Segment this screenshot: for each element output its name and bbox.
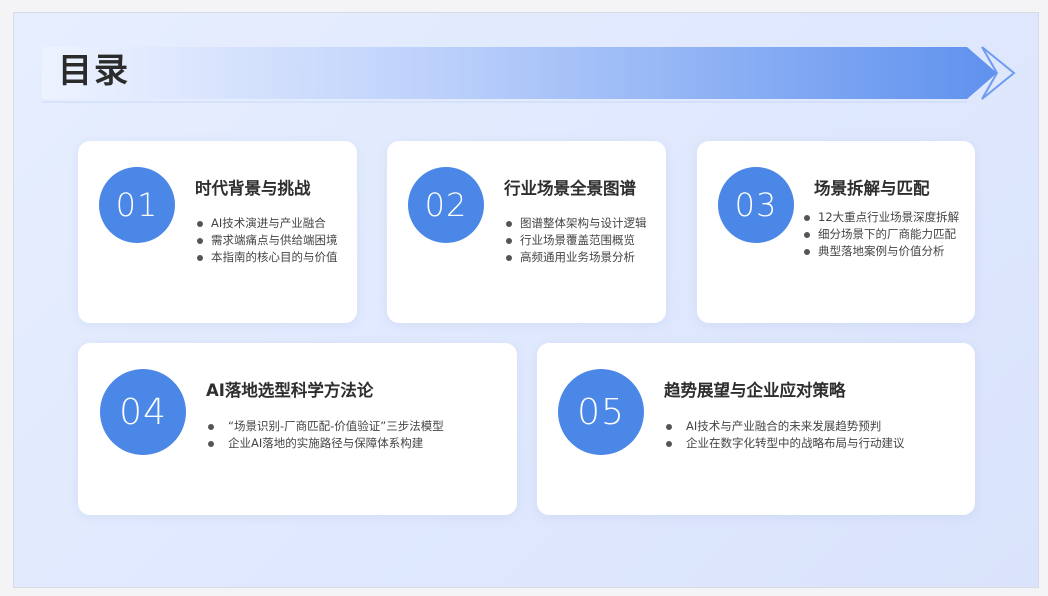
list-item: AI技术演进与产业融合 xyxy=(197,215,338,232)
list-item: 本指南的核心目的与价值 xyxy=(197,249,338,266)
bullet-icon xyxy=(804,248,810,255)
section-card-04: 04 AI落地选型科学方法论 “场景识别-厂商匹配-价值验证”三步法模型 企业A… xyxy=(78,343,517,515)
section-card-03: 03 场景拆解与匹配 12大重点行业场景深度拆解 细分场景下的厂商能力匹配 典型… xyxy=(697,141,975,323)
section-title: AI落地选型科学方法论 xyxy=(206,381,374,400)
list-item: 细分场景下的厂商能力匹配 xyxy=(804,226,959,243)
section-title: 时代背景与挑战 xyxy=(195,179,311,198)
section-title: 趋势展望与企业应对策略 xyxy=(664,381,846,400)
bullet-icon xyxy=(197,237,203,244)
list-item: 12大重点行业场景深度拆解 xyxy=(804,209,959,226)
section-number-badge: 04 xyxy=(100,369,186,455)
list-item: 行业场景覆盖范围概览 xyxy=(506,232,647,249)
list-item: 图谱整体架构与设计逻辑 xyxy=(506,215,647,232)
section-number-badge: 03 xyxy=(718,167,794,243)
arrow-banner-graphic xyxy=(42,46,1016,103)
page-title: 目录 xyxy=(58,51,130,91)
section-title: 场景拆解与匹配 xyxy=(814,179,930,198)
section-number-badge: 02 xyxy=(408,167,484,243)
slide: 目录 01 时代背景与挑战 AI技术演进与产业融合 需求端痛点与供给端困境 本指… xyxy=(13,12,1039,588)
list-item: 典型落地案例与价值分析 xyxy=(804,243,959,260)
section-bullet-list: AI技术与产业融合的未来发展趋势预判 企业在数字化转型中的战略布局与行动建议 xyxy=(666,418,905,452)
section-bullet-list: AI技术演进与产业融合 需求端痛点与供给端困境 本指南的核心目的与价值 xyxy=(197,215,338,266)
section-bullet-list: 12大重点行业场景深度拆解 细分场景下的厂商能力匹配 典型落地案例与价值分析 xyxy=(804,209,959,260)
section-number-badge: 01 xyxy=(99,167,175,243)
bullet-icon xyxy=(804,231,810,238)
bullet-icon xyxy=(804,214,810,221)
list-item: 企业在数字化转型中的战略布局与行动建议 xyxy=(666,435,905,452)
section-number-badge: 05 xyxy=(558,369,644,455)
bullet-icon xyxy=(506,220,512,227)
list-item: 企业AI落地的实施路径与保障体系构建 xyxy=(208,435,444,452)
bullet-icon xyxy=(197,220,203,227)
bullet-icon xyxy=(666,440,672,447)
bullet-icon xyxy=(666,423,672,430)
section-card-05: 05 趋势展望与企业应对策略 AI技术与产业融合的未来发展趋势预判 企业在数字化… xyxy=(537,343,975,515)
bullet-icon xyxy=(506,254,512,261)
bullet-icon xyxy=(208,423,214,430)
section-card-02: 02 行业场景全景图谱 图谱整体架构与设计逻辑 行业场景覆盖范围概览 高频通用业… xyxy=(387,141,666,323)
list-item: AI技术与产业融合的未来发展趋势预判 xyxy=(666,418,905,435)
list-item: 需求端痛点与供给端困境 xyxy=(197,232,338,249)
bullet-icon xyxy=(506,237,512,244)
header-banner xyxy=(42,45,1017,103)
section-bullet-list: 图谱整体架构与设计逻辑 行业场景覆盖范围概览 高频通用业务场景分析 xyxy=(506,215,647,266)
bullet-icon xyxy=(197,254,203,261)
section-card-01: 01 时代背景与挑战 AI技术演进与产业融合 需求端痛点与供给端困境 本指南的核… xyxy=(78,141,357,323)
list-item: “场景识别-厂商匹配-价值验证”三步法模型 xyxy=(208,418,444,435)
section-title: 行业场景全景图谱 xyxy=(504,179,636,198)
bullet-icon xyxy=(208,440,214,447)
section-bullet-list: “场景识别-厂商匹配-价值验证”三步法模型 企业AI落地的实施路径与保障体系构建 xyxy=(208,418,444,452)
list-item: 高频通用业务场景分析 xyxy=(506,249,647,266)
